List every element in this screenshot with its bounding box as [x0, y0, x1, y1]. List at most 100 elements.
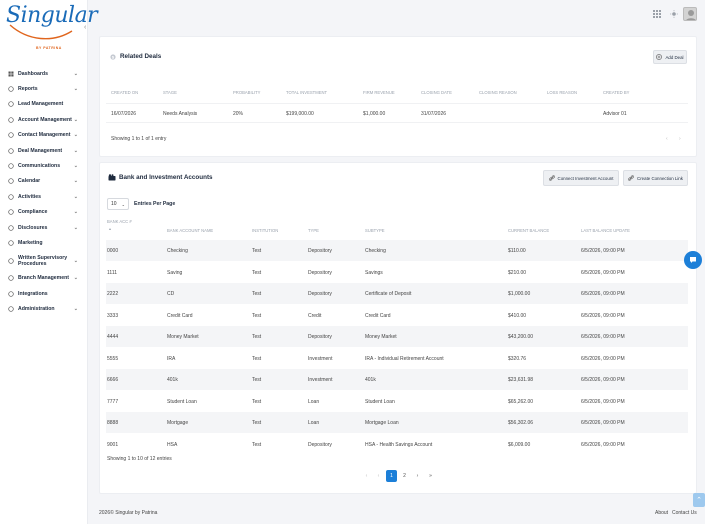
- table-cell: $110.00: [508, 248, 526, 254]
- sidebar-item-label: Reports: [18, 86, 38, 93]
- accounts-column-header[interactable]: BANK ACCOUNT NAME: [167, 228, 213, 233]
- table-cell: Savings: [365, 269, 383, 276]
- sidebar-item-activities[interactable]: Activities ⌄: [0, 189, 88, 204]
- table-cell: Loan: [308, 398, 320, 405]
- deals-prev-page-button[interactable]: ‹: [666, 136, 668, 142]
- procedures-icon: [8, 258, 14, 264]
- accounts-title: Bank and Investment Accounts: [108, 174, 213, 181]
- sidebar-item-label: Marketing: [18, 239, 43, 246]
- table-cell: Student Loan: [167, 398, 197, 405]
- add-deal-button[interactable]: Add Deal: [653, 50, 687, 64]
- entries-per-page-select[interactable]: 10 ⌄: [107, 198, 129, 210]
- table-cell: 7777: [107, 398, 119, 405]
- account-icon: [8, 117, 14, 123]
- accounts-column-header[interactable]: LAST BALANCE UPDATE: [581, 228, 630, 233]
- deals-next-page-button[interactable]: ›: [679, 136, 681, 142]
- sidebar-item-administration[interactable]: Administration ⌄: [0, 301, 88, 316]
- calendar-icon: [8, 178, 14, 185]
- collapse-sidebar-icon[interactable]: ‹: [84, 24, 86, 31]
- marketing-icon: [8, 240, 14, 246]
- table-cell: Test: [252, 334, 262, 340]
- sidebar-item-reports[interactable]: Reports ⌄: [0, 81, 88, 96]
- bank-icon: [108, 174, 116, 181]
- table-cell: Test: [252, 269, 262, 276]
- table-cell: Test: [252, 355, 262, 362]
- sidebar-item-lead-management[interactable]: Lead Management: [0, 97, 88, 112]
- scroll-to-top-button[interactable]: ⌃: [693, 493, 705, 507]
- deals-column-header[interactable]: PROBABILITY: [233, 90, 260, 95]
- chevron-down-icon: ⌄: [73, 132, 78, 139]
- apps-grid-icon[interactable]: [653, 10, 661, 18]
- topbar: [89, 0, 705, 30]
- deals-column-header[interactable]: CREATED BY: [603, 90, 629, 95]
- create-connection-link-button[interactable]: Create Connection Link: [623, 170, 688, 186]
- table-cell: Investment: [308, 377, 333, 383]
- table-cell: Depository: [308, 441, 332, 448]
- accounts-column-header[interactable]: INSTITUTION: [252, 228, 278, 233]
- avatar[interactable]: [683, 7, 697, 21]
- page-2-button[interactable]: 2: [399, 470, 410, 482]
- table-cell: Test: [252, 420, 262, 426]
- theme-toggle-icon[interactable]: [670, 10, 678, 18]
- accounts-column-header[interactable]: SUBTYPE: [365, 228, 385, 233]
- sidebar-item-calendar[interactable]: Calendar ⌄: [0, 174, 88, 189]
- deal-icon: [8, 147, 14, 154]
- sidebar-item-label: Disclosures: [18, 224, 48, 231]
- footer-brand: Singular by Patrina: [115, 510, 158, 516]
- sort-icon[interactable]: ▴: [109, 226, 111, 231]
- table-cell: Test: [252, 398, 262, 405]
- deals-column-header[interactable]: TOTAL INVESTMENT: [286, 90, 327, 95]
- deals-column-header[interactable]: LOSS REASON: [547, 90, 577, 95]
- sidebar-item-dashboards[interactable]: Dashboards ⌄: [0, 66, 88, 81]
- sidebar-item-branch-management[interactable]: Branch Management ⌄: [0, 271, 88, 286]
- table-cell: Test: [252, 291, 262, 297]
- sidebar-item-communications[interactable]: Communications ⌄: [0, 158, 88, 173]
- table-cell: 31/07/2026: [421, 111, 447, 117]
- table-cell: Loan: [308, 420, 320, 426]
- deals-column-header[interactable]: CREATED ON: [111, 90, 138, 95]
- sidebar-item-account-management[interactable]: Account Management ⌄: [0, 112, 88, 127]
- connect-investment-account-button[interactable]: Connect Investment Account: [543, 170, 619, 186]
- deals-icon: $: [110, 53, 116, 60]
- table-cell: 6/5/2026, 09:00 PM: [581, 398, 625, 405]
- table-cell: Credit Card: [167, 312, 193, 319]
- last-page-button[interactable]: »: [425, 470, 436, 482]
- table-cell: Certificate of Deposit: [365, 291, 412, 297]
- table-cell: 9001: [107, 441, 119, 448]
- sidebar-item-integrations[interactable]: Integrations: [0, 286, 88, 301]
- table-cell: Needs Analysis: [163, 111, 198, 117]
- sidebar-item-disclosures[interactable]: Disclosures ⌄: [0, 220, 88, 235]
- table-cell: Test: [252, 441, 262, 448]
- table-cell: Credit: [308, 312, 322, 319]
- table-cell: Test: [252, 312, 262, 319]
- sidebar-item-marketing[interactable]: Marketing: [0, 235, 88, 250]
- table-cell: Depository: [308, 269, 332, 276]
- footer-contact-link[interactable]: Contact Us: [672, 510, 697, 516]
- sidebar-item-written-supervisory-procedures[interactable]: Written Supervisory Procedures ⌄: [0, 251, 88, 271]
- table-cell: 3333: [107, 312, 119, 319]
- accounts-column-header[interactable]: CURRENT BALANCE: [508, 228, 549, 233]
- table-cell: Investment: [308, 355, 333, 362]
- singular-logo[interactable]: Singular BY PATRINA: [6, 3, 98, 50]
- next-page-button[interactable]: ›: [412, 470, 423, 482]
- deals-column-header[interactable]: FIRM REVENUE: [363, 90, 395, 95]
- deals-column-header[interactable]: CLOSING DATE: [421, 90, 452, 95]
- sidebar-item-deal-management[interactable]: Deal Management ⌄: [0, 143, 88, 158]
- table-cell: 6666: [107, 377, 119, 383]
- sidebar-item-compliance[interactable]: Compliance ⌄: [0, 205, 88, 220]
- table-cell: 2222: [107, 291, 119, 297]
- prev-page-button[interactable]: ‹: [373, 470, 384, 482]
- table-cell: $56,302.06: [508, 420, 534, 426]
- sidebar-item-contact-management[interactable]: Contact Management ⌄: [0, 128, 88, 143]
- accounts-column-header[interactable]: TYPE: [308, 228, 319, 233]
- footer-about-link[interactable]: About: [655, 510, 668, 516]
- first-page-button[interactable]: ‹: [361, 470, 372, 482]
- table-cell: 401k: [365, 377, 376, 383]
- table-cell: 8888: [107, 420, 119, 426]
- table-cell: 1111: [107, 269, 118, 276]
- deals-column-header[interactable]: CLOSING REASON: [479, 90, 517, 95]
- deals-column-header[interactable]: STAGE: [163, 90, 177, 95]
- chat-button[interactable]: [684, 251, 702, 269]
- page-1-button[interactable]: 1: [386, 470, 397, 482]
- accounts-column-header[interactable]: BANK ACC #: [107, 219, 132, 224]
